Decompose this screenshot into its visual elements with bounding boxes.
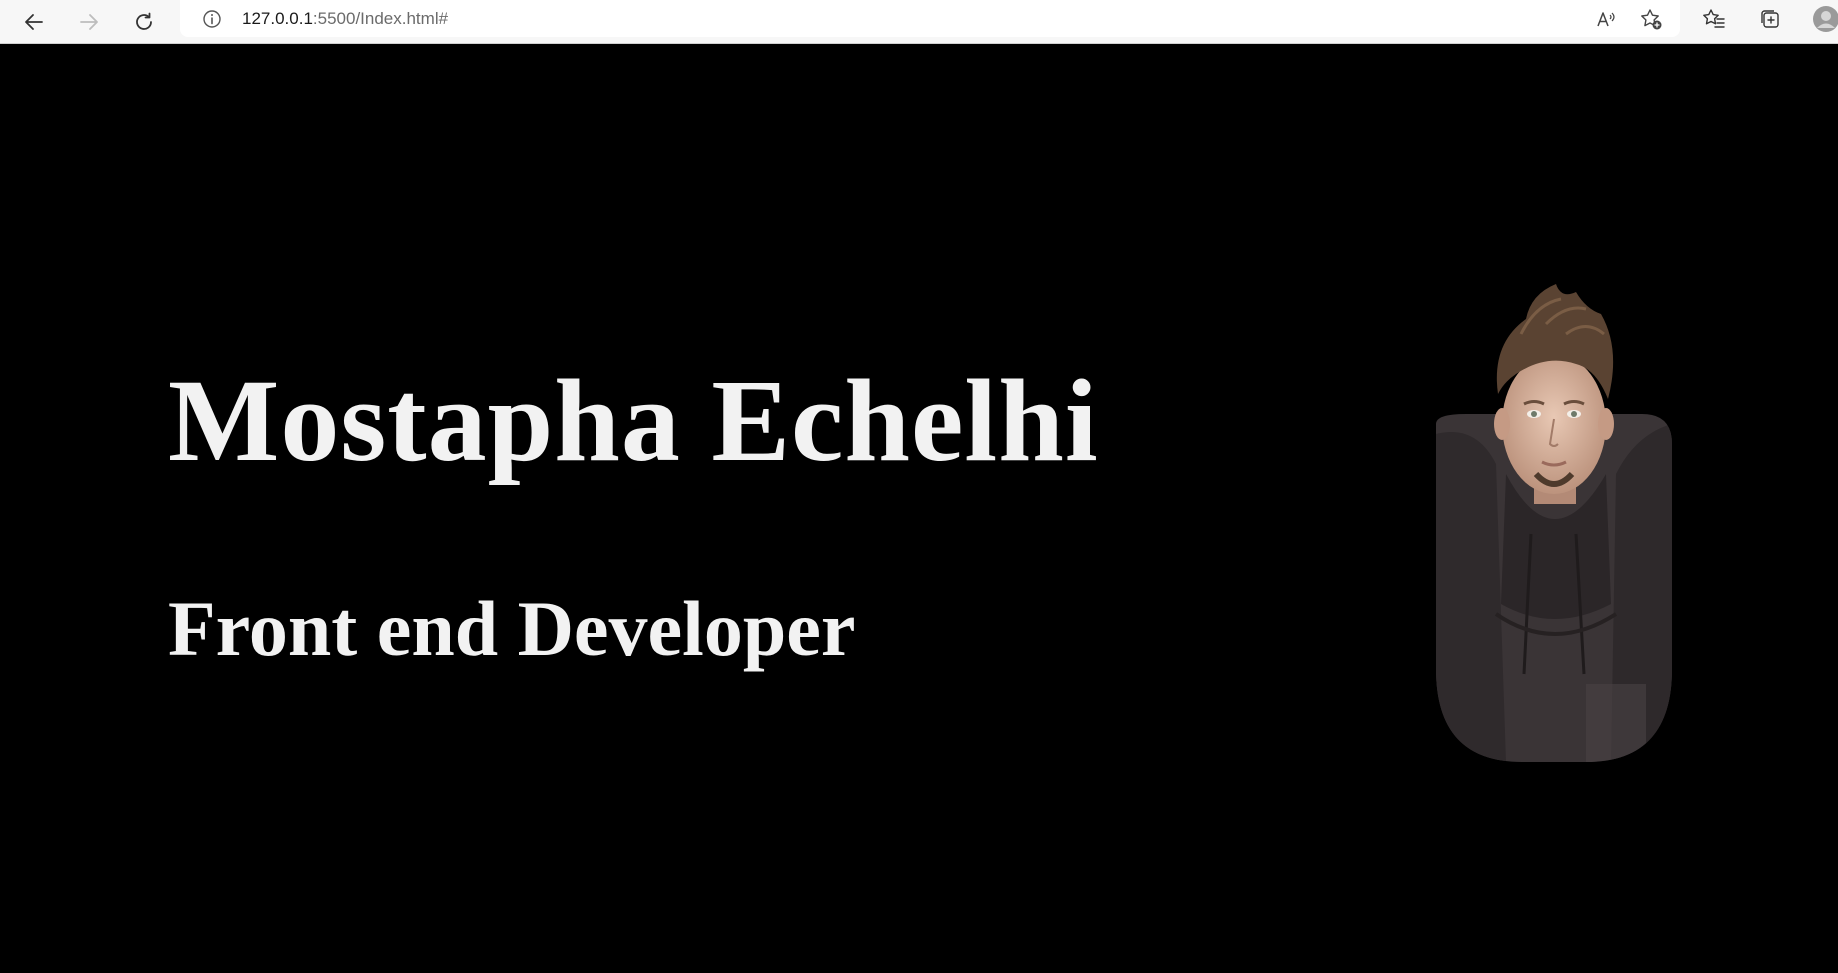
favorites-button[interactable] xyxy=(1700,5,1728,33)
favorites-icon xyxy=(1703,9,1725,28)
url-text[interactable]: 127.0.0.1:5500/Index.html# xyxy=(242,9,448,29)
address-bar[interactable]: 127.0.0.1:5500/Index.html# xyxy=(180,0,1680,37)
hero-name: Mostapha Echelhi xyxy=(168,355,1099,486)
back-button[interactable] xyxy=(16,4,52,40)
profile-photo xyxy=(1436,284,1672,762)
url-path: :5500/Index.html# xyxy=(312,9,449,28)
profile-icon xyxy=(1813,6,1838,32)
add-favorite-button[interactable] xyxy=(1637,5,1665,33)
hero-role: Front end Developer xyxy=(168,585,856,672)
back-arrow-icon xyxy=(25,14,43,30)
collections-icon xyxy=(1761,10,1779,28)
forward-arrow-icon xyxy=(80,14,98,30)
read-aloud-icon xyxy=(1597,12,1615,27)
add-favorite-icon xyxy=(1641,9,1662,30)
page-content: Mostapha Echelhi Front end Developer xyxy=(0,44,1838,973)
reload-icon xyxy=(136,12,152,30)
forward-button[interactable] xyxy=(71,4,107,40)
read-aloud-button[interactable] xyxy=(1592,5,1620,33)
reload-button[interactable] xyxy=(126,4,162,40)
info-icon[interactable] xyxy=(202,9,222,29)
url-host: 127.0.0.1 xyxy=(242,9,313,28)
collections-button[interactable] xyxy=(1756,5,1784,33)
profile-button[interactable] xyxy=(1812,5,1838,33)
browser-toolbar: 127.0.0.1:5500/Index.html# xyxy=(0,0,1838,44)
